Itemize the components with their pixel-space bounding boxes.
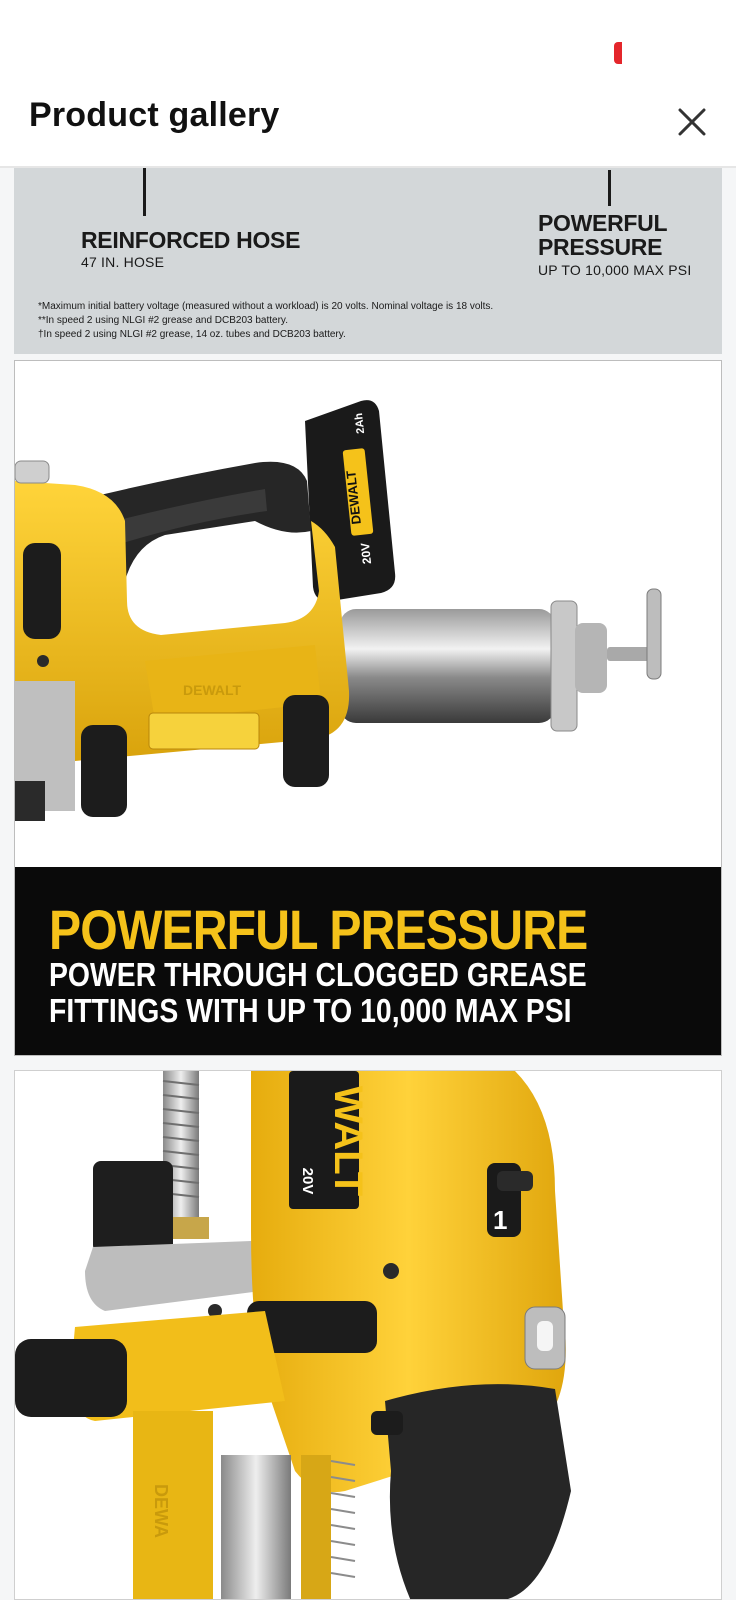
callout-heading: POWERFUL PRESSURE (538, 211, 718, 259)
footnote: **In speed 2 using NLGI #2 grease and DC… (38, 315, 288, 326)
speed-switch-label: 1 (493, 1205, 507, 1235)
callout-subtext: UP TO 10,000 MAX PSI (538, 262, 692, 278)
status-indicator (614, 42, 622, 64)
battery-capacity-text: 2Ah (353, 412, 367, 434)
gallery-image-specs[interactable]: REINFORCED HOSE 47 IN. HOSE POWERFUL PRE… (14, 168, 722, 354)
callout-subtext: 47 IN. HOSE (81, 254, 165, 270)
callout-heading-line: POWERFUL (538, 210, 668, 236)
close-icon (678, 108, 706, 136)
closeup-voltage-text: 20V (299, 1168, 316, 1195)
tool-brand-text: DEWALT (183, 682, 242, 698)
closeup-brand-text: WALT (326, 1086, 370, 1196)
caption-body-line: FITTINGS WITH UP TO 10,000 MAX PSI (49, 992, 572, 1029)
close-button[interactable] (672, 102, 712, 142)
callout-pointer (143, 168, 146, 216)
footnote: †In speed 2 using NLGI #2 grease, 14 oz.… (38, 329, 346, 340)
callout-heading-line: PRESSURE (538, 234, 663, 260)
status-bar (0, 0, 736, 90)
gallery-image-pressure[interactable]: DEWALT 20V 2Ah DEWALT POWERFUL PRESSURE (14, 360, 722, 1056)
callout-heading: REINFORCED HOSE (81, 227, 301, 253)
closeup-side-brand-text: DEWA (151, 1484, 171, 1538)
caption-band: POWERFUL PRESSURE POWER THROUGH CLOGGED … (15, 867, 721, 1055)
footnote: *Maximum initial battery voltage (measur… (38, 301, 494, 312)
footnotes: *Maximum initial battery voltage (measur… (38, 300, 493, 342)
image-gallery[interactable]: REINFORCED HOSE 47 IN. HOSE POWERFUL PRE… (0, 168, 736, 1600)
grease-gun-illustration: DEWALT 20V 2Ah DEWALT (15, 400, 662, 821)
battery-voltage-text: 20V (358, 542, 374, 565)
gallery-image-closeup[interactable]: WALT 20V 1 DEWA (14, 1070, 722, 1600)
caption-body: POWER THROUGH CLOGGED GREASE FITTINGS WI… (49, 957, 685, 1029)
page-title: Product gallery (29, 96, 280, 134)
gallery-header: Product gallery (0, 90, 736, 168)
caption-title: POWERFUL PRESSURE (49, 898, 588, 961)
callout-pointer (608, 170, 611, 206)
caption-body-line: POWER THROUGH CLOGGED GREASE (49, 956, 587, 993)
grease-gun-closeup-illustration: WALT 20V 1 DEWA (15, 1071, 571, 1599)
